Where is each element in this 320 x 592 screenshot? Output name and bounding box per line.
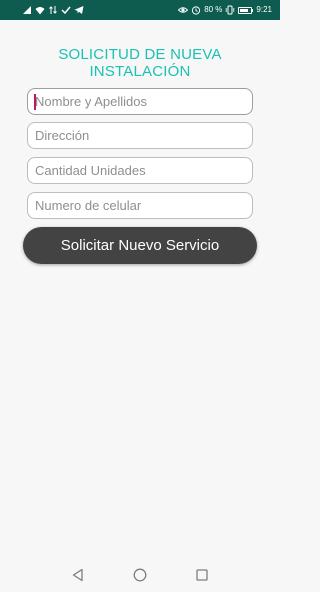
telegram-icon (74, 6, 84, 14)
home-icon[interactable] (132, 567, 148, 583)
page-title: SOLICITUD DE NUEVA INSTALACIÓN (0, 46, 280, 80)
recents-icon[interactable] (194, 567, 210, 583)
battery-fill (240, 8, 249, 12)
status-left-group (22, 0, 84, 20)
data-arrows-icon (49, 6, 57, 14)
phone-number-input[interactable] (27, 192, 253, 219)
status-right-group: 80 % 9:21 (178, 0, 272, 20)
units-quantity-input[interactable] (27, 157, 253, 184)
name-input[interactable] (27, 88, 253, 115)
clock: 9:21 (256, 5, 272, 14)
battery-icon (238, 6, 254, 14)
page-title-line-1: SOLICITUD DE NUEVA (58, 46, 222, 63)
wifi-icon (35, 7, 45, 15)
eye-icon (178, 7, 189, 13)
status-bar: 80 % 9:21 (0, 0, 280, 20)
page-title-line-2: INSTALACIÓN (89, 63, 191, 80)
navigation-bar (0, 558, 280, 592)
request-service-button[interactable]: Solicitar Nuevo Servicio (23, 227, 257, 264)
signal-icon (23, 6, 31, 14)
address-input[interactable] (27, 122, 253, 149)
back-icon[interactable] (70, 567, 86, 583)
check-icon (61, 6, 71, 15)
vibrate-icon (226, 5, 235, 15)
text-cursor (34, 94, 36, 110)
alarm-icon (192, 6, 201, 15)
battery-percent: 80 % (204, 5, 223, 14)
